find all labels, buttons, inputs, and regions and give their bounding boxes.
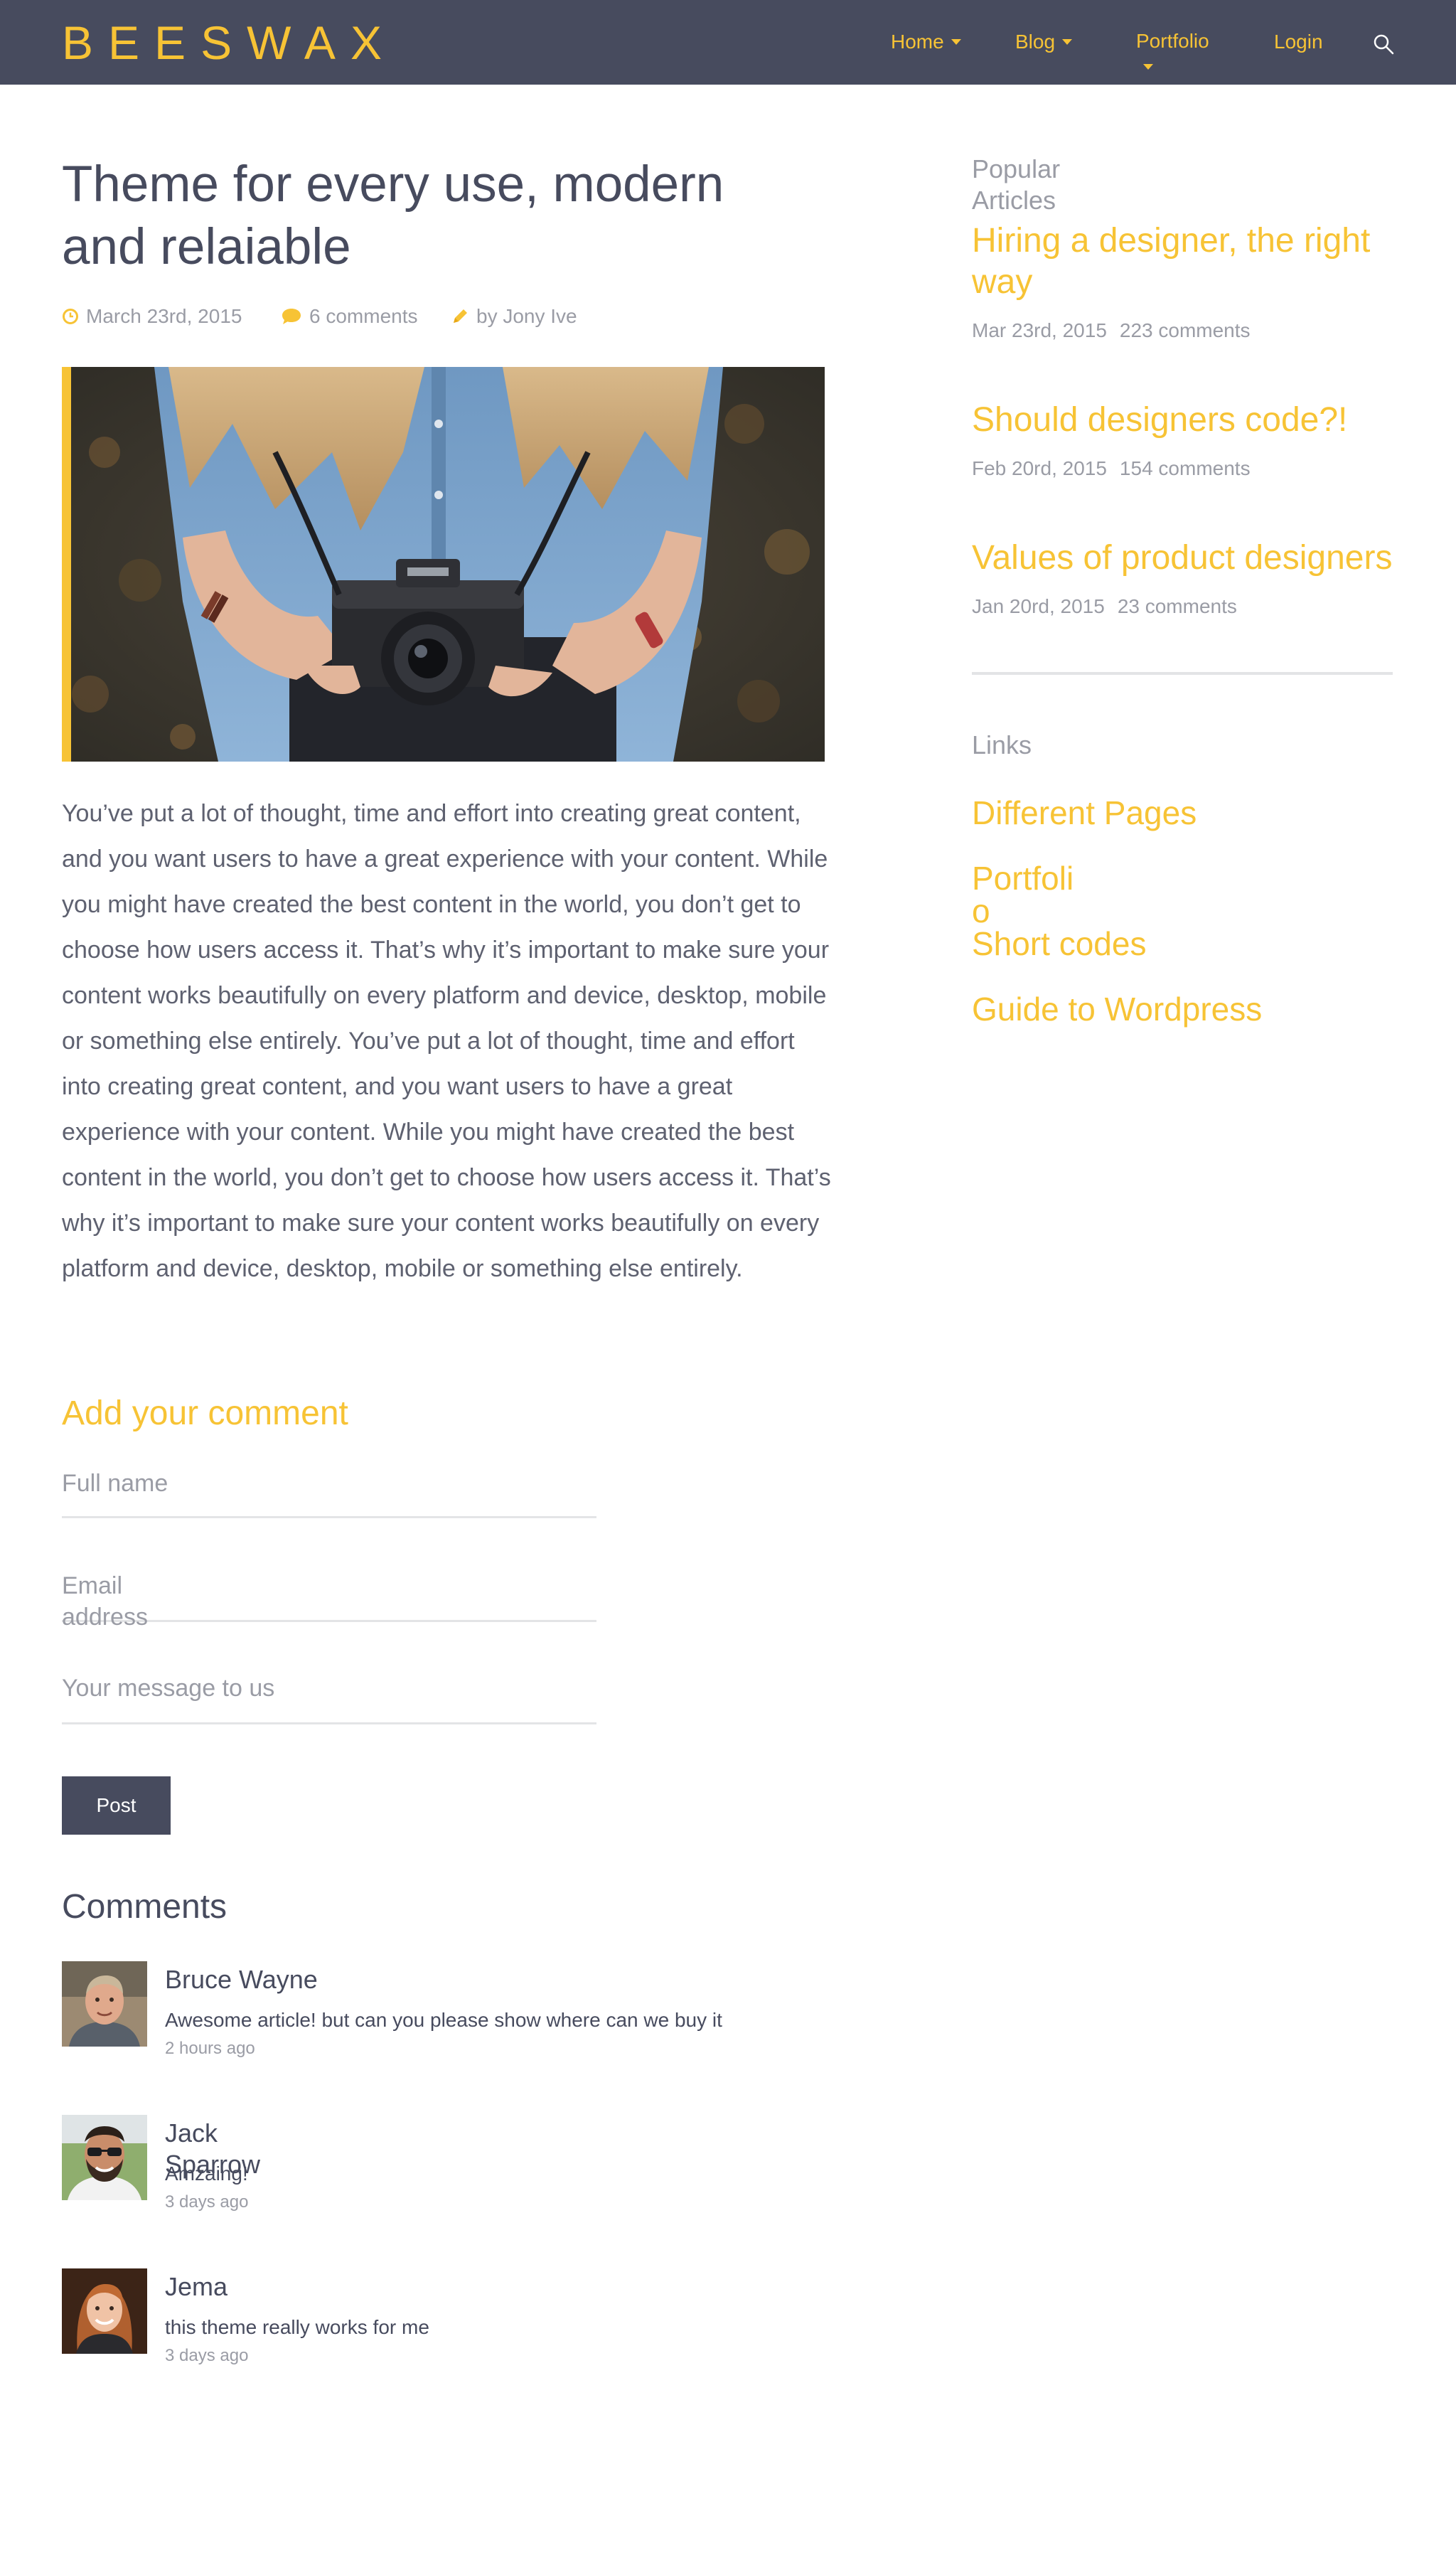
comment-form-title: Add your comment bbox=[62, 1394, 348, 1432]
nav-portfolio-label: Portfolio bbox=[1136, 30, 1209, 52]
email-field[interactable]: Email address bbox=[62, 1570, 596, 1631]
post-button[interactable]: Post bbox=[62, 1776, 171, 1835]
article-body: You’ve put a lot of thought, time and ef… bbox=[62, 800, 831, 1282]
top-navbar: BEESWAX Home Blog Portfolio Login bbox=[0, 0, 1456, 85]
popular-article-date: Mar 23rd, 2015 bbox=[972, 319, 1107, 341]
woman-with-camera-image bbox=[62, 367, 825, 762]
message-placeholder: Your message to us bbox=[62, 1675, 275, 1702]
popular-article-comments: 223 comments bbox=[1119, 319, 1251, 341]
article-date: March 23rd, 2015 bbox=[62, 304, 242, 329]
chevron-down-icon bbox=[1062, 38, 1073, 45]
article-hero-image bbox=[62, 367, 825, 762]
comment-text: this theme really works for me bbox=[165, 2316, 429, 2338]
avatar-man-image bbox=[62, 1961, 147, 2047]
comment-time: 3 days ago bbox=[165, 2346, 249, 2365]
nav-home[interactable]: Home bbox=[891, 30, 961, 54]
nav-home-label: Home bbox=[891, 31, 944, 53]
sidebar-link-portfolio[interactable]: Portfolio bbox=[972, 862, 1086, 927]
comment-text: Amzaing! bbox=[165, 2162, 248, 2185]
chevron-down-icon bbox=[1143, 63, 1153, 70]
avatar bbox=[62, 2268, 147, 2354]
article-comments-text: 6 comments bbox=[309, 305, 418, 327]
comment-item: Jack Sparrow Amzaing! 3 days ago bbox=[62, 2115, 773, 2222]
comment-text: Awesome article! but can you please show… bbox=[165, 2009, 722, 2031]
site-logo[interactable]: BEESWAX bbox=[62, 17, 397, 68]
avatar bbox=[62, 1961, 147, 2047]
comments-title: Comments bbox=[62, 1888, 228, 1926]
full-name-placeholder: Full name bbox=[62, 1470, 168, 1497]
comment-time: 2 hours ago bbox=[165, 2039, 255, 2058]
comment-author: Jema bbox=[165, 2272, 228, 2301]
popular-article-meta: Jan 20rd, 2015 23 comments bbox=[972, 594, 1237, 619]
popular-article-meta: Mar 23rd, 2015 223 comments bbox=[972, 319, 1251, 343]
popular-article-date: Jan 20rd, 2015 bbox=[972, 595, 1105, 617]
sidebar-link-different-pages[interactable]: Different Pages bbox=[972, 796, 1197, 829]
article-date-text: March 23rd, 2015 bbox=[86, 305, 242, 327]
article-title: Theme for every use, modern and relaiabl… bbox=[62, 156, 724, 275]
search-icon[interactable] bbox=[1372, 33, 1395, 55]
article-author: by Jony Ive bbox=[451, 304, 577, 329]
comment-author: Bruce Wayne bbox=[165, 1965, 318, 1994]
popular-article-comments: 23 comments bbox=[1117, 595, 1237, 617]
full-name-field[interactable]: Full name bbox=[62, 1468, 596, 1518]
popular-article-title[interactable]: Hiring a designer, the right way bbox=[972, 220, 1398, 303]
clock-icon bbox=[63, 308, 78, 324]
popular-article-comments: 154 comments bbox=[1119, 457, 1251, 479]
sidebar-link-guide-wordpress[interactable]: Guide to Wordpress bbox=[972, 993, 1262, 1025]
comment-item: Jema this theme really works for me 3 da… bbox=[62, 2268, 773, 2375]
nav-blog[interactable]: Blog bbox=[1015, 30, 1073, 54]
chevron-down-icon bbox=[951, 38, 961, 45]
avatar bbox=[62, 2115, 147, 2200]
popular-article-title[interactable]: Should designers code?! bbox=[972, 400, 1398, 441]
sidebar-divider bbox=[972, 672, 1393, 675]
comment-item: Bruce Wayne Awesome article! but can you… bbox=[62, 1961, 773, 2068]
nav-login[interactable]: Login bbox=[1274, 30, 1323, 54]
avatar-woman-image bbox=[62, 2268, 147, 2354]
article-comments-count[interactable]: 6 comments bbox=[281, 304, 418, 329]
article-author-text: by Jony Ive bbox=[476, 305, 577, 327]
popular-articles-heading: Popular Articles bbox=[972, 154, 1061, 215]
popular-article-title[interactable]: Values of product designers bbox=[972, 538, 1398, 579]
popular-article-meta: Feb 20rd, 2015 154 comments bbox=[972, 457, 1251, 481]
nav-blog-label: Blog bbox=[1015, 31, 1056, 53]
sidebar-link-short-codes[interactable]: Short codes bbox=[972, 927, 1146, 960]
popular-article-date: Feb 20rd, 2015 bbox=[972, 457, 1107, 479]
hero-accent-bar bbox=[62, 367, 71, 762]
comment-bubble-icon bbox=[282, 308, 301, 324]
nav-portfolio[interactable]: Portfolio bbox=[1136, 28, 1221, 80]
email-placeholder: Email address bbox=[62, 1572, 148, 1631]
avatar-bearded-man-image bbox=[62, 2115, 147, 2200]
pencil-icon bbox=[454, 309, 467, 323]
links-heading: Links bbox=[972, 730, 1032, 759]
comment-time: 3 days ago bbox=[165, 2192, 249, 2212]
message-field[interactable]: Your message to us bbox=[62, 1673, 596, 1724]
